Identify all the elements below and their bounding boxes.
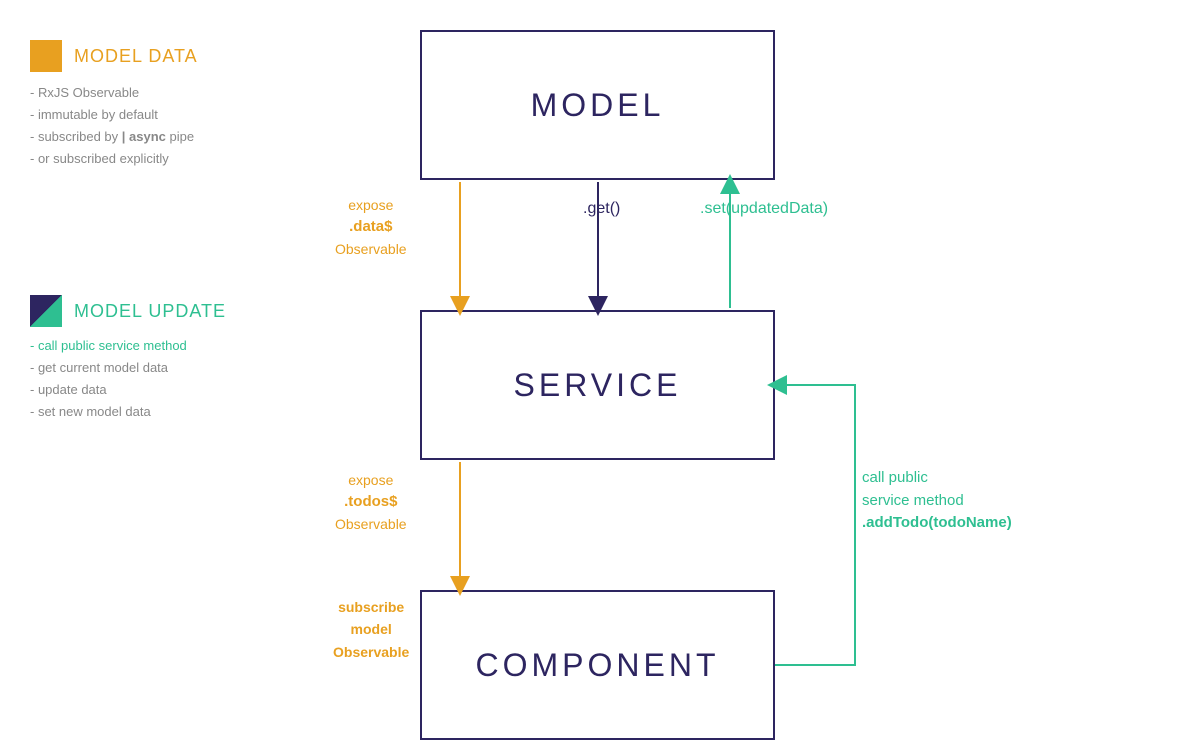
annotation-get: .get() [583, 200, 620, 218]
legend-update-items: - call public service method - get curre… [30, 335, 226, 423]
service-box-label: SERVICE [514, 367, 682, 404]
annotation-expose-data: expose .data$ Observable [335, 195, 407, 260]
legend-item-4: - or subscribed explicitly [30, 148, 198, 170]
annotation-call-public: call public service method .addTodo(todo… [862, 467, 1012, 535]
legend-orange-icon [30, 40, 62, 72]
service-box: SERVICE [420, 310, 775, 460]
legend-update-item-4: - set new model data [30, 401, 226, 423]
annotation-expose-todos: expose .todos$ Observable [335, 470, 407, 535]
component-box-label: COMPONENT [476, 647, 720, 684]
legend-item-2: - immutable by default [30, 104, 198, 126]
component-box: COMPONENT [420, 590, 775, 740]
legend-update-icon [30, 295, 62, 327]
legend-item-1: - RxJS Observable [30, 82, 198, 104]
legend-item-3: - subscribed by | async pipe [30, 126, 198, 148]
legend-model-data: MODEL DATA - RxJS Observable - immutable… [30, 40, 198, 170]
legend-update-item-1: - call public service method [30, 335, 226, 357]
legend-model-title: MODEL DATA [74, 46, 198, 67]
legend-model-items: - RxJS Observable - immutable by default… [30, 82, 198, 170]
legend-update-item-2: - get current model data [30, 357, 226, 379]
model-box-label: MODEL [531, 87, 665, 124]
legend-update-title: MODEL UPDATE [74, 301, 226, 322]
diagram-container: MODEL DATA - RxJS Observable - immutable… [0, 0, 1200, 747]
model-box: MODEL [420, 30, 775, 180]
legend-model-update: MODEL UPDATE - call public service metho… [30, 295, 226, 423]
annotation-subscribe: subscribe model Observable [333, 596, 409, 663]
annotation-set: .set(updatedData) [700, 200, 828, 218]
legend-update-item-3: - update data [30, 379, 226, 401]
